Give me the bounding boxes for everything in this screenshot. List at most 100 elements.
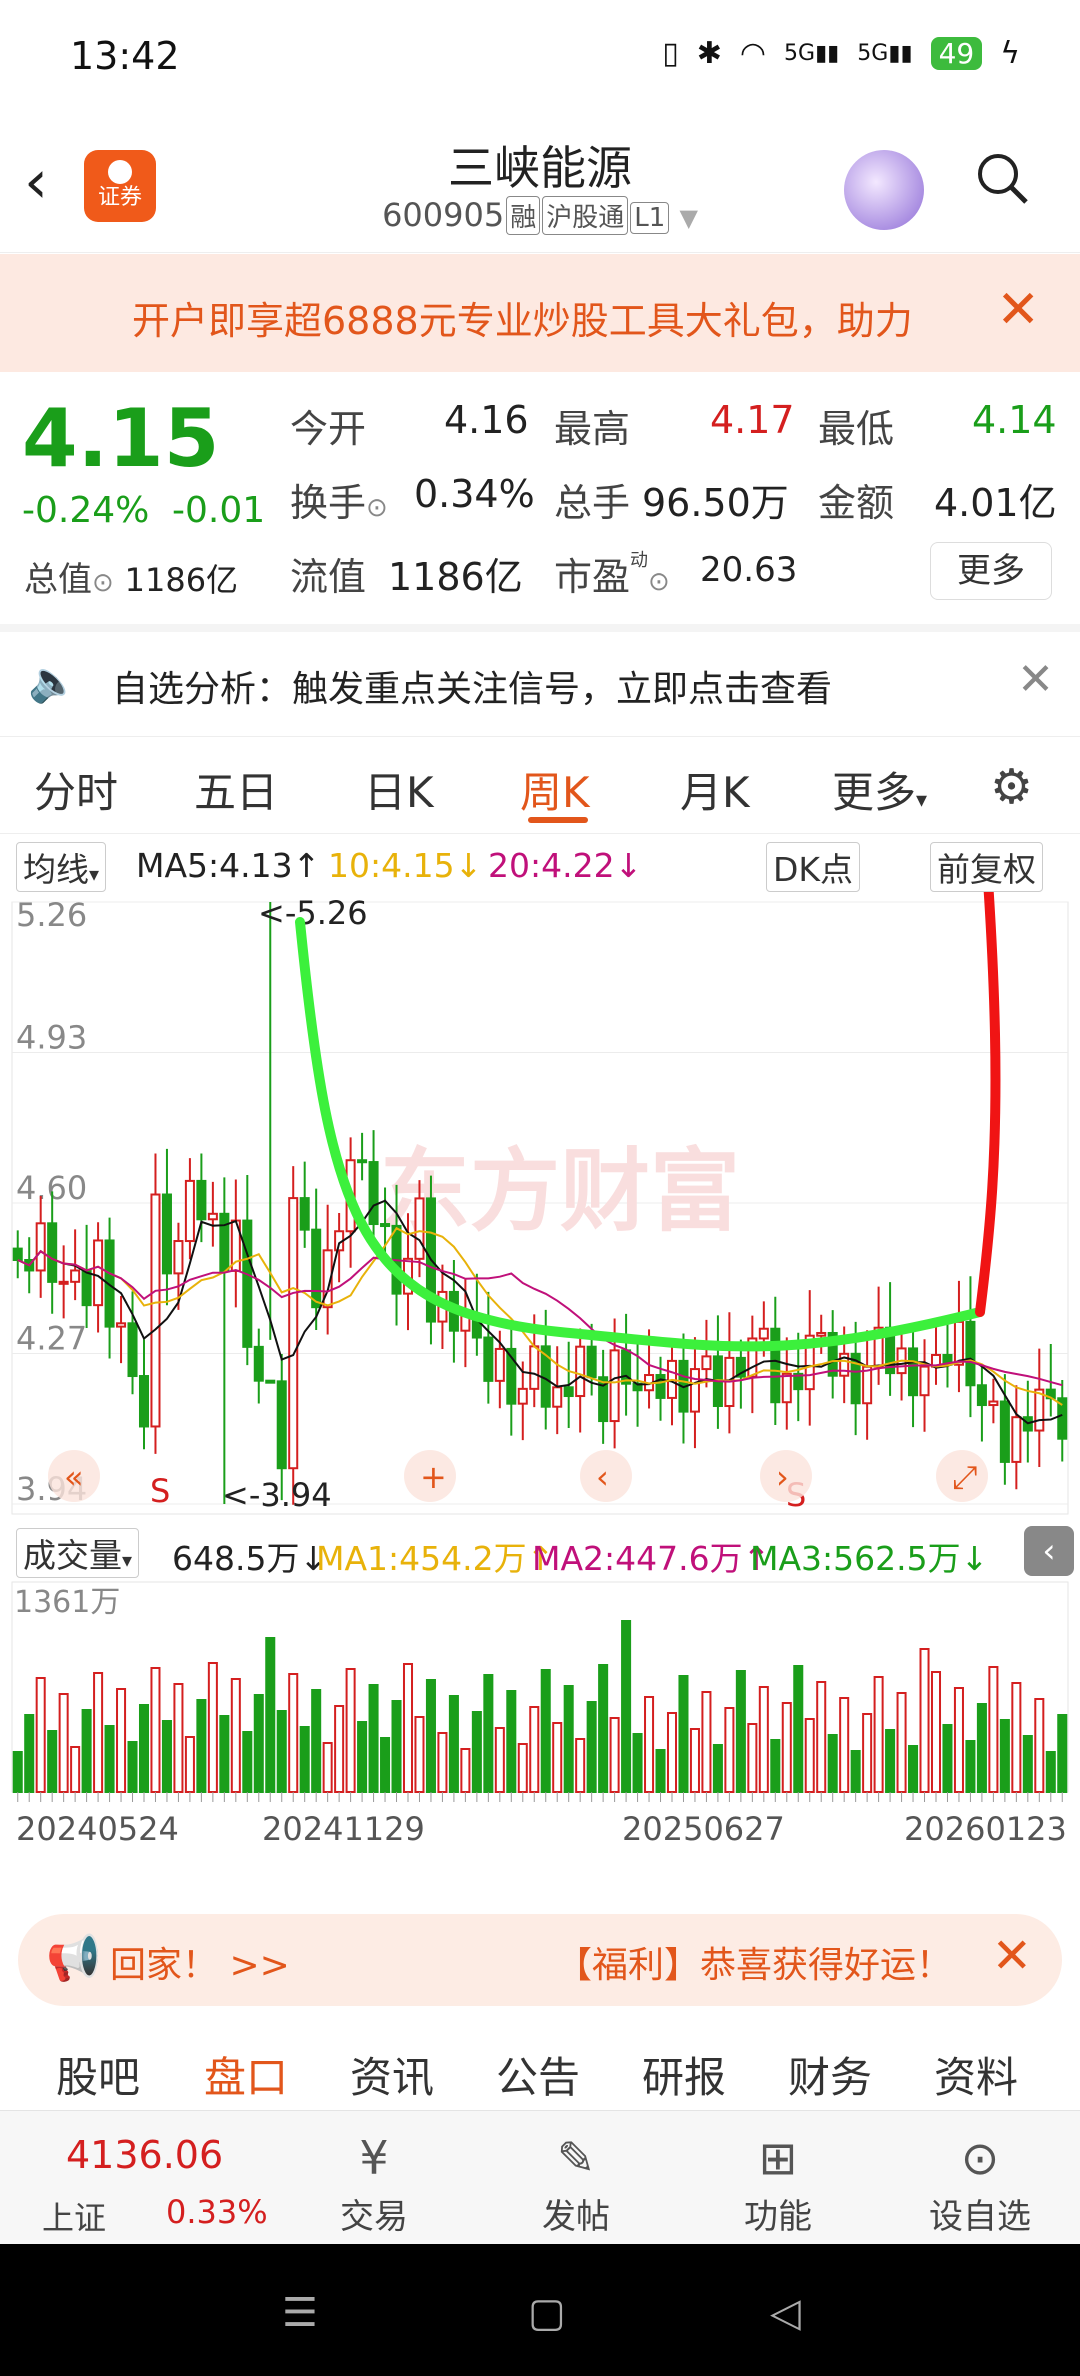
volume-bar bbox=[942, 1724, 953, 1793]
robot-assistant-icon[interactable] bbox=[844, 150, 924, 230]
candle-body bbox=[988, 1400, 999, 1407]
index-percent[interactable]: 0.33% bbox=[166, 2193, 268, 2231]
candle-body bbox=[758, 1327, 769, 1340]
news-ticker[interactable]: 📢 回家！ >> 【福利】恭喜获得好运！ ✕ bbox=[18, 1914, 1062, 2006]
menu-icon[interactable]: ☰ bbox=[282, 2290, 318, 2336]
collapse-icon[interactable]: ‹ bbox=[1024, 1526, 1074, 1576]
kline-chart[interactable]: 5.264.934.604.273.94东方财富<-5.26<-3.94SS«+… bbox=[0, 892, 1080, 1892]
volume-bar bbox=[448, 1695, 459, 1793]
indicator-selector[interactable]: 均线▾ bbox=[16, 842, 107, 892]
candle-body bbox=[781, 1372, 792, 1404]
back-nav-icon[interactable]: ◁ bbox=[770, 2290, 801, 2336]
candle-body bbox=[770, 1327, 781, 1404]
chart-nav-icon: › bbox=[776, 1458, 789, 1496]
volume-bar bbox=[598, 1664, 609, 1793]
tab-announcements[interactable]: 公告 bbox=[496, 2044, 580, 2105]
tab-orderbook[interactable]: 盘口 bbox=[204, 2044, 288, 2105]
megaphone-icon: 📢 bbox=[46, 1933, 101, 1984]
candle-body bbox=[138, 1375, 150, 1428]
ma5-value: MA5:4.13↑ bbox=[136, 846, 321, 885]
ticker-text-1[interactable]: 回家！ >> bbox=[110, 1936, 290, 1988]
total-value: 总值⊙ 1186亿 bbox=[24, 560, 239, 600]
candle-body bbox=[575, 1345, 586, 1398]
more-button[interactable]: 更多 bbox=[930, 542, 1052, 600]
close-icon[interactable]: ✕ bbox=[992, 1928, 1032, 1984]
red-annotation bbox=[975, 892, 1001, 1317]
status-icons: ▯ ✱ ◠ 5G▮▮ 5G▮▮ 49 ϟ bbox=[662, 36, 1020, 71]
tab-more[interactable]: 更多▾ bbox=[832, 759, 927, 820]
candle-body bbox=[184, 1179, 195, 1243]
volume-bar bbox=[150, 1667, 161, 1793]
x-tick-label: 20260123 bbox=[904, 1810, 1067, 1848]
candle-body bbox=[1034, 1388, 1045, 1432]
tab-financials[interactable]: 财务 bbox=[788, 2044, 872, 2105]
vol-ma3: MA3:562.5万↓ bbox=[750, 1539, 989, 1578]
change-percent: -0.24% bbox=[22, 490, 150, 531]
analysis-bar[interactable]: 🔈 自选分析：触发重点关注信号，立即点击查看 ✕ bbox=[0, 624, 1080, 736]
volume-bar bbox=[242, 1731, 253, 1793]
candle-body bbox=[414, 1197, 425, 1260]
vibrate-icon: ▯ bbox=[662, 36, 679, 71]
chevron-down-icon: ▼ bbox=[679, 204, 698, 232]
candle-body bbox=[311, 1228, 322, 1309]
info-icon[interactable]: ⊙ bbox=[92, 568, 114, 598]
close-icon[interactable]: ✕ bbox=[1017, 654, 1054, 705]
volume-value: 648.5万↓ bbox=[172, 1539, 328, 1578]
volume-bar bbox=[724, 1707, 735, 1793]
open-value: 4.16 bbox=[444, 398, 529, 442]
tab-research[interactable]: 研报 bbox=[642, 2044, 726, 2105]
trade-button[interactable]: ¥ 交易 bbox=[314, 2127, 434, 2238]
pe-label: 市盈动⊙ bbox=[554, 550, 670, 599]
add-watchlist-button[interactable]: ⊙ 设自选 bbox=[920, 2127, 1040, 2238]
min-price-label: <-3.94 bbox=[222, 1476, 332, 1514]
tab-intraday[interactable]: 分时 bbox=[34, 759, 118, 820]
functions-button[interactable]: ⊞ 功能 bbox=[718, 2127, 838, 2238]
status-bar: 13:42 ▯ ✱ ◠ 5G▮▮ 5G▮▮ 49 ϟ bbox=[0, 0, 1080, 112]
max-price-label: <-5.26 bbox=[258, 894, 368, 932]
volume-bar bbox=[965, 1740, 976, 1793]
close-icon[interactable]: ✕ bbox=[996, 280, 1040, 340]
tab-monthly-k[interactable]: 月K bbox=[680, 759, 750, 820]
promo-banner[interactable]: 开户即享超6888元专业炒股工具大礼包，助力 ✕ bbox=[0, 254, 1080, 372]
volume-bar bbox=[689, 1728, 700, 1793]
dk-point-button[interactable]: DK点 bbox=[766, 842, 861, 892]
volume-bar bbox=[827, 1734, 838, 1793]
volume-bar bbox=[81, 1709, 92, 1793]
active-tab-indicator bbox=[528, 817, 588, 823]
status-time: 13:42 bbox=[70, 34, 180, 78]
period-tabs: 分时 五日 日K 周K 月K 更多▾ ⚙ bbox=[0, 736, 1080, 834]
candle-body bbox=[517, 1387, 528, 1405]
volume-selector[interactable]: 成交量▾ bbox=[16, 1528, 140, 1578]
x-tick-label: 20250627 bbox=[622, 1810, 785, 1848]
info-icon[interactable]: ⊙ bbox=[366, 493, 388, 523]
info-icon[interactable]: ⊙ bbox=[648, 567, 670, 597]
home-icon[interactable]: ▢ bbox=[528, 2290, 566, 2336]
volume-bar bbox=[873, 1676, 884, 1793]
volume-bar bbox=[632, 1733, 643, 1793]
volume-bar bbox=[161, 1720, 172, 1793]
volume-bar bbox=[758, 1686, 769, 1793]
price-adjust-button[interactable]: 前复权 bbox=[930, 842, 1043, 892]
low-label: 最低 bbox=[818, 407, 895, 451]
candle-body bbox=[127, 1322, 138, 1378]
tab-profile[interactable]: 资料 bbox=[934, 2044, 1018, 2105]
tab-daily-k[interactable]: 日K bbox=[364, 759, 434, 820]
volume-bar bbox=[563, 1685, 574, 1793]
tab-news[interactable]: 资讯 bbox=[350, 2044, 434, 2105]
tab-weekly-k[interactable]: 周K bbox=[520, 759, 590, 820]
volume-bar bbox=[184, 1736, 195, 1793]
post-button[interactable]: ✎ 发帖 bbox=[516, 2127, 636, 2238]
volume-bar bbox=[380, 1737, 391, 1793]
search-icon[interactable] bbox=[976, 152, 1028, 204]
volume-bar bbox=[276, 1710, 287, 1793]
index-name[interactable]: 上证 bbox=[42, 2193, 106, 2239]
ticker-text-2[interactable]: 【福利】恭喜获得好运！ bbox=[556, 1936, 952, 1988]
index-value[interactable]: 4136.06 bbox=[66, 2133, 223, 2177]
tab-forum[interactable]: 股吧 bbox=[56, 2044, 140, 2105]
charging-icon: ϟ bbox=[1000, 36, 1020, 71]
candle-body bbox=[380, 1223, 391, 1228]
gear-icon[interactable]: ⚙ bbox=[990, 759, 1033, 815]
volume-bar bbox=[781, 1702, 792, 1793]
candle-body bbox=[207, 1212, 218, 1221]
tab-five-day[interactable]: 五日 bbox=[194, 759, 278, 820]
